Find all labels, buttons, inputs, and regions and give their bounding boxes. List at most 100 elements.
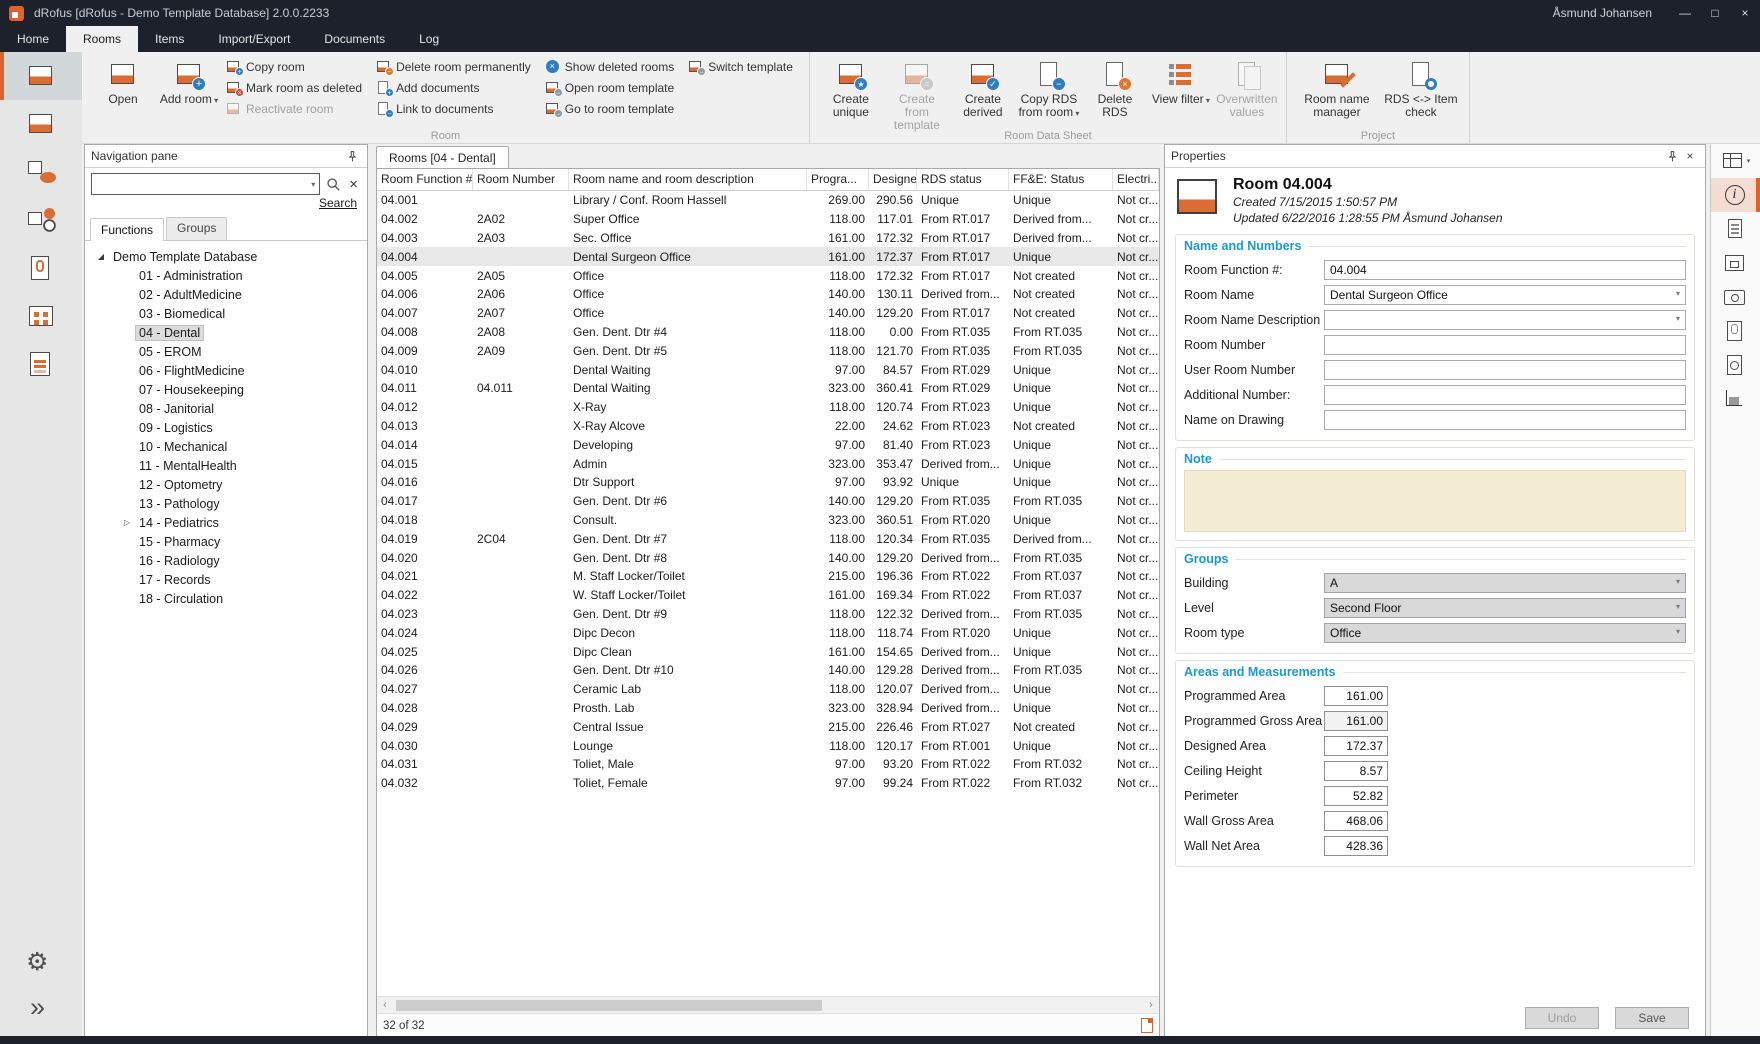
measurement-input[interactable] [1324, 786, 1388, 806]
field-dropdown[interactable] [1324, 623, 1686, 643]
measurement-input[interactable] [1324, 811, 1388, 831]
table-row[interactable]: 04.016 Dtr Support 97.00 93.92 Unique Un… [377, 473, 1159, 492]
table-row[interactable]: 04.031 Toliet, Male 97.00 93.20 From RT.… [377, 755, 1159, 774]
field-input[interactable] [1324, 260, 1686, 280]
measurement-input[interactable] [1324, 736, 1388, 756]
table-row[interactable]: 04.008 2A08 Gen. Dent. Dtr #4 118.00 0.0… [377, 323, 1159, 342]
tree-item[interactable]: 11 - MentalHealth [85, 456, 367, 475]
field-input[interactable] [1324, 360, 1686, 380]
table-row[interactable]: 04.026 Gen. Dent. Dtr #10 140.00 129.28 … [377, 661, 1159, 680]
ribbon-small-button[interactable]: Add documents [372, 77, 535, 98]
field-input[interactable] [1324, 285, 1686, 305]
sidebar-module-button[interactable] [0, 244, 82, 292]
field-dropdown[interactable] [1324, 598, 1686, 618]
table-row[interactable]: 04.003 2A03 Sec. Office 161.00 172.32 Fr… [377, 229, 1159, 248]
column-header[interactable]: Room Function #: [377, 169, 473, 190]
ribbon-small-button[interactable]: Open room template [541, 77, 678, 98]
measurement-input[interactable] [1324, 836, 1388, 856]
ribbon-tab[interactable]: Log [402, 26, 456, 52]
sidebar-module-button[interactable] [0, 292, 82, 340]
sidebar-tool-button[interactable] [0, 988, 82, 1036]
column-header[interactable]: FF&E: Status [1009, 169, 1113, 190]
save-button[interactable]: Save [1615, 1007, 1689, 1029]
table-row[interactable]: 04.001 Library / Conf. Room Hassell 269.… [377, 191, 1159, 210]
navigation-search-input[interactable] [92, 175, 307, 193]
table-row[interactable]: 04.032 Toliet, Female 97.00 99.24 From R… [377, 774, 1159, 793]
table-row[interactable]: 04.006 2A06 Office 140.00 130.11 Derived… [377, 285, 1159, 304]
tree-item[interactable]: 16 - Radiology [85, 551, 367, 570]
tree-item[interactable]: 12 - Optometry [85, 475, 367, 494]
table-row[interactable]: 04.015 Admin 323.00 353.47 Derived from.… [377, 454, 1159, 473]
sidebar-tool-button[interactable] [0, 940, 82, 988]
ribbon-tab[interactable]: Items [138, 26, 201, 52]
properties-view-button[interactable] [1711, 348, 1760, 382]
properties-view-button[interactable] [1711, 246, 1760, 280]
properties-view-button[interactable]: ▾ [1711, 144, 1760, 178]
ribbon-big-button[interactable]: Open [90, 56, 156, 109]
tree-item[interactable]: 08 - Janitorial [85, 399, 367, 418]
tree-item[interactable]: 10 - Mechanical [85, 437, 367, 456]
pin-icon[interactable] [1663, 147, 1681, 165]
tree-expander-icon[interactable]: ◢ [93, 252, 109, 261]
table-row[interactable]: 04.025 Dipc Clean 161.00 154.65 Derived … [377, 642, 1159, 661]
measurement-input[interactable] [1324, 686, 1388, 706]
table-row[interactable]: 04.010 Dental Waiting 97.00 84.57 From R… [377, 360, 1159, 379]
measurement-input[interactable] [1324, 761, 1388, 781]
column-header[interactable]: RDS status [917, 169, 1009, 190]
table-row[interactable]: 04.005 2A05 Office 118.00 172.32 From RT… [377, 266, 1159, 285]
tree-item[interactable]: 01 - Administration [85, 266, 367, 285]
tree-item[interactable]: 04 - Dental [85, 323, 367, 342]
ribbon-big-button[interactable]: Copy RDS from room [1016, 56, 1082, 134]
maximize-button[interactable]: □ [1700, 0, 1730, 26]
table-row[interactable]: 04.017 Gen. Dent. Dtr #6 140.00 129.20 F… [377, 492, 1159, 511]
table-row[interactable]: 04.028 Prosth. Lab 323.00 328.94 Derived… [377, 699, 1159, 718]
navigation-tab[interactable]: Functions [90, 218, 164, 241]
ribbon-tab[interactable]: Documents [307, 26, 402, 52]
tree-item[interactable]: 15 - Pharmacy [85, 532, 367, 551]
ribbon-tab[interactable]: Rooms [66, 26, 138, 52]
navigation-search-box[interactable]: ▾ [91, 173, 320, 195]
table-row[interactable]: 04.012 X-Ray 118.00 120.74 From RT.023 U… [377, 398, 1159, 417]
ribbon-big-button[interactable]: Create derived [950, 56, 1016, 134]
sidebar-module-button[interactable] [0, 196, 82, 244]
field-input[interactable] [1324, 335, 1686, 355]
ribbon-small-button[interactable]: Go to room template [541, 98, 678, 119]
table-row[interactable]: 04.004 Dental Surgeon Office 161.00 172.… [377, 247, 1159, 266]
sidebar-module-button[interactable] [0, 100, 82, 148]
ribbon-small-button[interactable]: Delete room permanently [372, 56, 535, 77]
tree-item[interactable]: 02 - AdultMedicine [85, 285, 367, 304]
ribbon-small-button[interactable]: Show deleted rooms [541, 56, 678, 77]
pin-icon[interactable] [343, 147, 361, 165]
ribbon-small-button[interactable]: Switch template [684, 56, 797, 77]
tree-item[interactable]: ◢ Demo Template Database [85, 247, 367, 266]
ribbon-small-button[interactable]: Mark room as deleted [222, 77, 366, 98]
properties-view-button[interactable] [1711, 178, 1760, 212]
measurement-input[interactable] [1324, 711, 1388, 731]
horizontal-scrollbar[interactable]: ‹ › [377, 996, 1159, 1013]
ribbon-small-button[interactable]: Link to documents [372, 98, 535, 119]
tree-item[interactable]: 13 - Pathology [85, 494, 367, 513]
ribbon-small-button[interactable]: Reactivate room [222, 98, 366, 119]
column-header[interactable]: Electri... [1113, 169, 1159, 190]
properties-view-button[interactable] [1711, 382, 1760, 416]
table-row[interactable]: 04.029 Central Issue 215.00 226.46 From … [377, 717, 1159, 736]
sidebar-module-button[interactable] [0, 52, 82, 100]
table-row[interactable]: 04.021 M. Staff Locker/Toilet 215.00 196… [377, 567, 1159, 586]
tree-item[interactable]: 18 - Circulation [85, 589, 367, 608]
field-input[interactable] [1324, 410, 1686, 430]
table-row[interactable]: 04.009 2A09 Gen. Dent. Dtr #5 118.00 121… [377, 341, 1159, 360]
table-row[interactable]: 04.002 2A02 Super Office 118.00 117.01 F… [377, 210, 1159, 229]
table-row[interactable]: 04.027 Ceramic Lab 118.00 120.07 Derived… [377, 680, 1159, 699]
scroll-right-icon[interactable]: › [1143, 999, 1159, 1011]
ribbon-big-button[interactable]: Create from template [884, 56, 950, 134]
search-dropdown-caret-icon[interactable]: ▾ [307, 180, 319, 189]
sidebar-module-button[interactable] [0, 340, 82, 388]
ribbon-big-button[interactable]: Create unique [818, 56, 884, 134]
table-row[interactable]: 04.024 Dipc Decon 118.00 118.74 From RT.… [377, 623, 1159, 642]
table-row[interactable]: 04.030 Lounge 118.00 120.17 From RT.001 … [377, 736, 1159, 755]
field-input[interactable] [1324, 310, 1686, 330]
table-row[interactable]: 04.020 Gen. Dent. Dtr #8 140.00 129.20 D… [377, 548, 1159, 567]
table-row[interactable]: 04.011 04.011 Dental Waiting 323.00 360.… [377, 379, 1159, 398]
scrollbar-thumb[interactable] [396, 1000, 822, 1011]
properties-view-button[interactable] [1711, 212, 1760, 246]
